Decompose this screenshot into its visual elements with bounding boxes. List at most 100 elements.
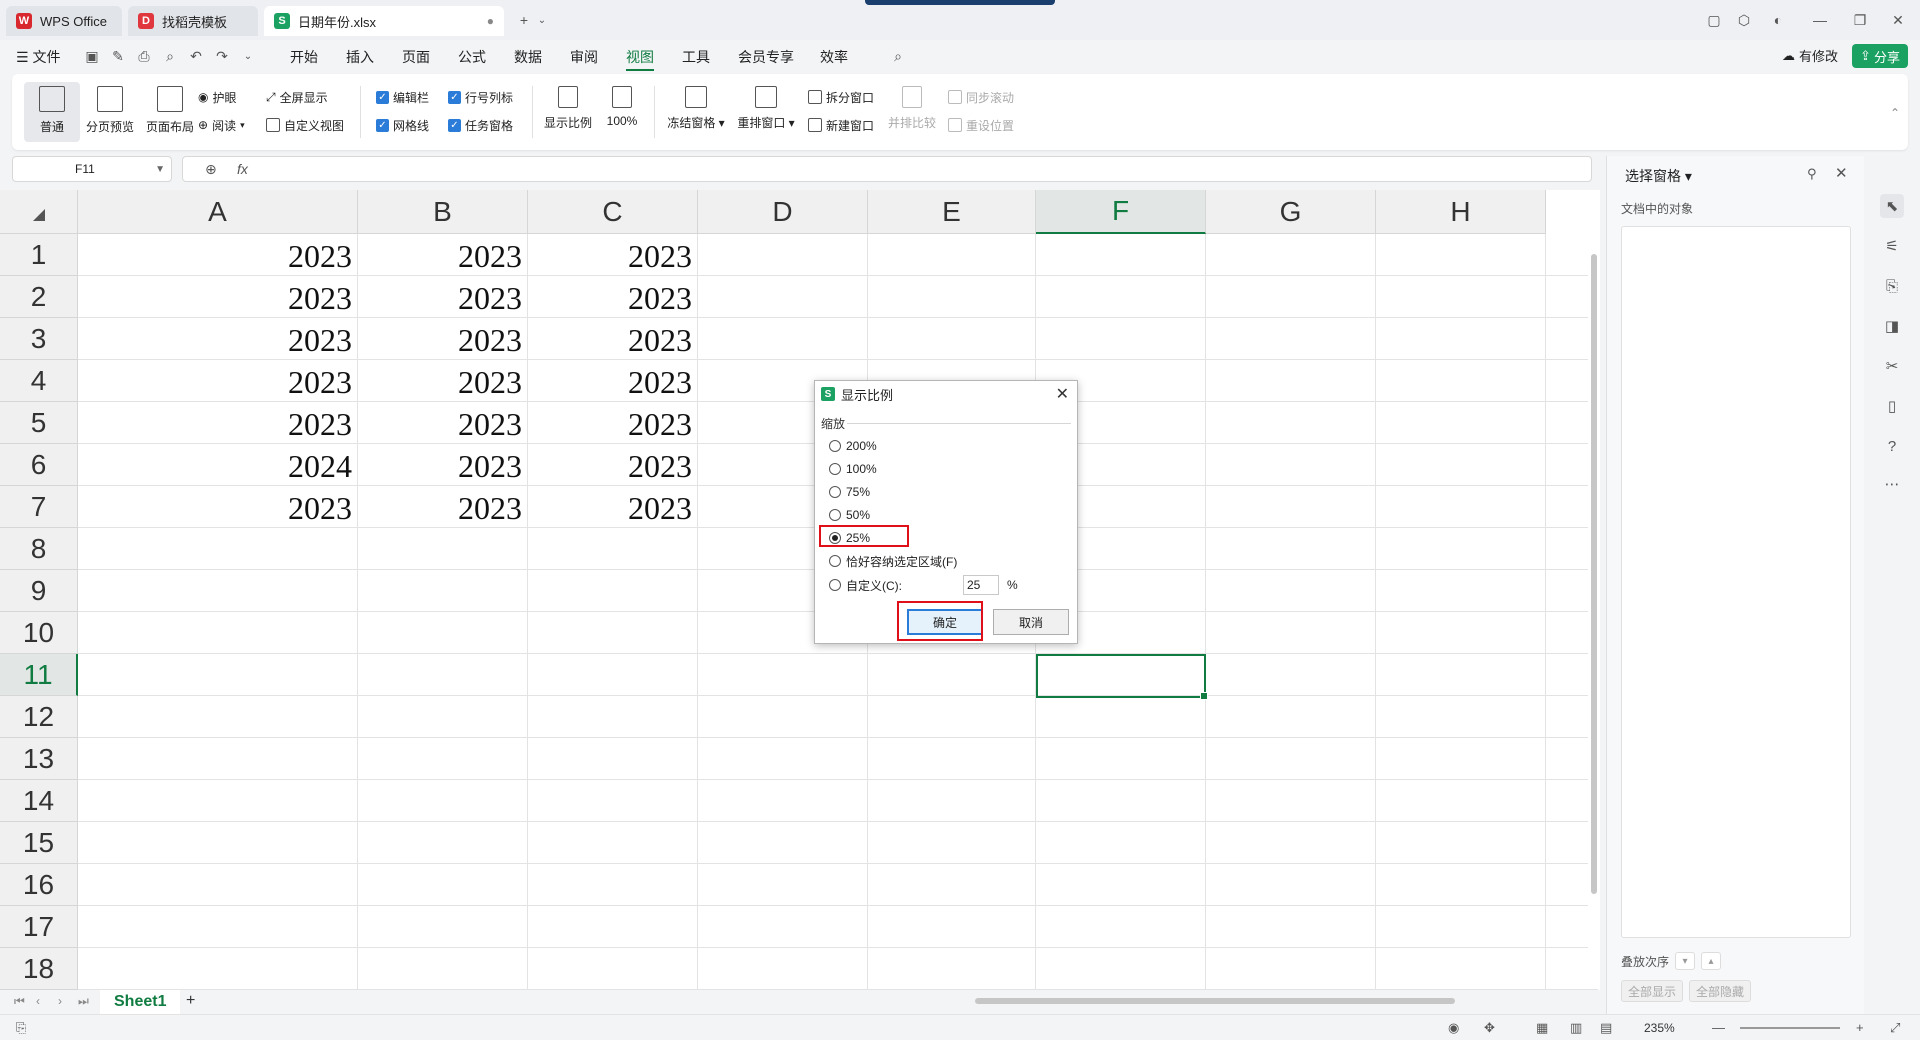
pin-icon[interactable]: ⚲ <box>1807 166 1817 182</box>
pen-icon[interactable]: ✎ <box>110 48 126 64</box>
cell-b2[interactable]: 2023 <box>358 276 528 318</box>
cube-icon[interactable]: ⬡ <box>1732 8 1756 32</box>
show-all-button[interactable]: 全部显示 <box>1621 980 1684 1002</box>
normal-view-button[interactable]: 普通 <box>24 82 80 142</box>
zoom-option-100[interactable]: 100% <box>829 460 877 478</box>
menu-home[interactable]: 开始 <box>290 47 318 67</box>
cell-a4[interactable]: 2023 <box>78 360 358 402</box>
cell-a2[interactable]: 2023 <box>78 276 358 318</box>
cell-b7[interactable]: 2023 <box>358 486 528 528</box>
column-header-f[interactable]: F <box>1036 190 1206 234</box>
menu-efficiency[interactable]: 效率 <box>820 47 848 67</box>
column-header-d[interactable]: D <box>698 190 868 234</box>
object-list[interactable] <box>1621 226 1851 938</box>
fx-icon[interactable]: fx <box>237 161 248 177</box>
cell-b4[interactable]: 2023 <box>358 360 528 402</box>
zoom-formula-icon[interactable]: ⊕ <box>205 161 217 178</box>
print-preview-icon[interactable]: ⌕ <box>162 48 178 64</box>
page-break-status-icon[interactable]: ▤ <box>1600 1020 1612 1036</box>
move-up-button[interactable]: ▴ <box>1701 952 1722 970</box>
row-header-16[interactable]: 16 <box>0 864 78 906</box>
zoom-option-200[interactable]: 200% <box>829 437 877 455</box>
cell-a1[interactable]: 2023 <box>78 234 358 276</box>
book-icon[interactable]: ▯ <box>1880 394 1904 418</box>
new-window-button[interactable]: 新建窗口 <box>808 116 874 134</box>
move-down-button[interactable]: ▾ <box>1675 952 1696 970</box>
save-icon[interactable]: ▣ <box>84 48 100 64</box>
cell-c1[interactable]: 2023 <box>528 234 698 276</box>
side-by-side-button[interactable]: 并排比较 <box>884 82 940 142</box>
minimize-icon[interactable]: — <box>1808 8 1832 32</box>
modified-status-button[interactable]: ☁ 有修改 <box>1782 46 1838 65</box>
row-header-4[interactable]: 4 <box>0 360 78 402</box>
zoom-level[interactable]: 235% <box>1644 1021 1675 1035</box>
properties-icon[interactable]: ⚟ <box>1880 234 1904 258</box>
file-menu[interactable]: ☰ 文件 <box>16 47 60 67</box>
chevron-down-icon[interactable]: ▼ <box>155 164 165 175</box>
cell-c3[interactable]: 2023 <box>528 318 698 360</box>
row-header-7[interactable]: 7 <box>0 486 78 528</box>
zoom-100-button[interactable]: 100% <box>594 82 650 142</box>
menu-review[interactable]: 审阅 <box>570 47 598 67</box>
column-header-a[interactable]: A <box>78 190 358 234</box>
help-icon[interactable]: ? <box>1880 434 1904 458</box>
eye-protect-button[interactable]: ◉ 护眼 <box>198 88 237 106</box>
first-sheet-icon[interactable]: ⏮ <box>14 994 25 1009</box>
task-pane-checkbox[interactable]: ✓ 任务窗格 <box>448 116 513 134</box>
rearrange-windows-button[interactable]: 重排窗口 ▾ <box>734 82 798 142</box>
fullscreen-button[interactable]: ⤢ 全屏显示 <box>266 88 328 106</box>
tab-docer-templates[interactable]: D 找稻壳模板 <box>128 6 258 36</box>
row-header-10[interactable]: 10 <box>0 612 78 654</box>
tab-wps-office[interactable]: W WPS Office <box>6 6 122 36</box>
row-header-1[interactable]: 1 <box>0 234 78 276</box>
row-header-13[interactable]: 13 <box>0 738 78 780</box>
normal-view-status-icon[interactable]: ▦ <box>1536 1020 1548 1036</box>
column-header-b[interactable]: B <box>358 190 528 234</box>
scrollbar-thumb[interactable] <box>1591 254 1597 894</box>
cell-b5[interactable]: 2023 <box>358 402 528 444</box>
print-icon[interactable]: ⎙ <box>136 48 152 64</box>
zoom-option-fit-selection[interactable]: 恰好容纳选定区域(F) <box>829 552 957 570</box>
locate-icon[interactable]: ✥ <box>1484 1020 1495 1036</box>
close-icon[interactable]: ✕ <box>1835 164 1848 182</box>
row-header-6[interactable]: 6 <box>0 444 78 486</box>
sheet-tab-sheet1[interactable]: Sheet1 <box>100 990 181 1014</box>
horizontal-scrollbar[interactable] <box>975 998 1455 1004</box>
zoom-option-custom[interactable]: 自定义(C): <box>829 576 902 594</box>
row-header-15[interactable]: 15 <box>0 822 78 864</box>
menu-insert[interactable]: 插入 <box>346 47 374 67</box>
cell-b3[interactable]: 2023 <box>358 318 528 360</box>
column-header-c[interactable]: C <box>528 190 698 234</box>
dialog-close-icon[interactable]: ✕ <box>1056 384 1069 404</box>
reading-mode-button[interactable]: ⊕ 阅读 ▾ <box>198 116 245 134</box>
page-layout-status-icon[interactable]: ▥ <box>1570 1020 1582 1036</box>
zoom-in-icon[interactable]: + <box>1856 1020 1864 1035</box>
tools-icon[interactable]: ✂ <box>1880 354 1904 378</box>
name-box[interactable]: F11 ▼ <box>12 156 172 182</box>
cell-b1[interactable]: 2023 <box>358 234 528 276</box>
cell-c4[interactable]: 2023 <box>528 360 698 402</box>
next-sheet-icon[interactable]: › <box>58 994 62 1008</box>
cell-b6[interactable]: 2023 <box>358 444 528 486</box>
menu-formulas[interactable]: 公式 <box>458 47 486 67</box>
comment-icon[interactable]: ⎘ <box>1880 274 1904 298</box>
row-header-9[interactable]: 9 <box>0 570 78 612</box>
eye-protect-status-icon[interactable]: ◉ <box>1448 1020 1459 1036</box>
zoom-button[interactable]: 显示比例 <box>540 82 596 142</box>
window-layout-icon[interactable]: ▢ <box>1702 8 1726 32</box>
last-sheet-icon[interactable]: ⏭ <box>78 994 89 1009</box>
menu-page[interactable]: 页面 <box>402 47 430 67</box>
hide-all-button[interactable]: 全部隐藏 <box>1689 980 1752 1002</box>
avatar[interactable]: ◐ <box>1766 8 1790 32</box>
zoom-slider[interactable] <box>1740 1027 1840 1029</box>
radio-button[interactable] <box>829 463 841 475</box>
cell-a7[interactable]: 2023 <box>78 486 358 528</box>
radio-button[interactable] <box>829 440 841 452</box>
radio-button[interactable] <box>829 555 841 567</box>
zoom-option-50[interactable]: 50% <box>829 506 870 524</box>
tab-close-icon[interactable]: ● <box>487 14 494 28</box>
selection-pane-title[interactable]: 选择窗格 ▾ <box>1625 166 1692 186</box>
prev-sheet-icon[interactable]: ‹ <box>36 994 40 1008</box>
undo-icon[interactable]: ↶ <box>188 48 204 64</box>
custom-zoom-input[interactable]: 25 <box>963 575 999 595</box>
